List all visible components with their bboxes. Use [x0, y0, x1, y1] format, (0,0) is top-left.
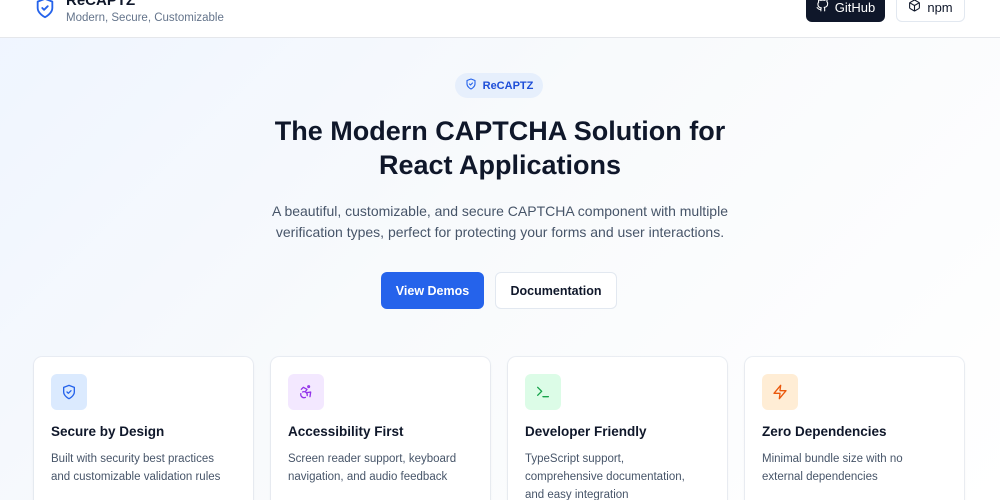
- feature-description-line: Built with security best practices: [51, 453, 214, 465]
- hero-title-line-1: The Modern CAPTCHA Solution for: [274, 116, 726, 146]
- shield-check-icon: [465, 78, 477, 93]
- hero-title-line-2: React Applications: [378, 150, 622, 180]
- feature-description-line: external dependencies: [762, 471, 878, 483]
- view-demos-button[interactable]: View Demos: [381, 272, 484, 309]
- zap-icon: [762, 374, 798, 410]
- hero-subtitle-line-1: A beautiful, customizable, and secure CA…: [271, 203, 728, 219]
- feature-card-dependencies: Zero Dependencies Minimal bundle size wi…: [745, 357, 964, 500]
- hero-subtitle: A beautiful, customizable, and secure CA…: [260, 201, 740, 243]
- feature-title: Zero Dependencies: [762, 424, 887, 439]
- github-icon: [816, 0, 829, 15]
- product-badge: ReCAPTZ: [455, 73, 543, 98]
- hero-title: The Modern CAPTCHA Solution for React Ap…: [200, 114, 800, 182]
- github-button[interactable]: GitHub: [806, 0, 885, 22]
- feature-title: Developer Friendly: [525, 424, 647, 439]
- npm-button-label: npm: [927, 0, 953, 15]
- feature-card-accessibility: Accessibility First Screen reader suppor…: [271, 357, 490, 500]
- feature-description: Built with security best practices and c…: [51, 450, 241, 486]
- shield-icon: [51, 374, 87, 410]
- feature-description-line: TypeScript support,: [525, 453, 625, 465]
- feature-card-secure: Secure by Design Built with security bes…: [34, 357, 253, 500]
- documentation-button[interactable]: Documentation: [495, 272, 617, 309]
- feature-description-line: comprehensive documentation,: [525, 471, 685, 483]
- feature-description-line: Screen reader support, keyboard: [288, 453, 457, 465]
- accessibility-icon: [288, 374, 324, 410]
- shield-check-icon: [34, 0, 56, 20]
- top-header: ReCAPTZ Modern, Secure, Customizable Git…: [0, 0, 1000, 38]
- feature-description-line: and easy integration: [525, 489, 629, 500]
- npm-button[interactable]: npm: [896, 0, 965, 22]
- github-button-label: GitHub: [834, 0, 876, 15]
- feature-description-line: navigation, and audio feedback: [288, 471, 448, 483]
- feature-description: TypeScript support, comprehensive docume…: [525, 450, 715, 500]
- badge-label: ReCAPTZ: [482, 79, 534, 92]
- feature-title: Secure by Design: [51, 424, 165, 439]
- terminal-icon: [525, 374, 561, 410]
- feature-card-developer: Developer Friendly TypeScript support, c…: [508, 357, 727, 500]
- feature-description: Screen reader support, keyboard navigati…: [288, 450, 478, 486]
- package-icon: [908, 0, 921, 15]
- feature-title: Accessibility First: [288, 424, 404, 439]
- feature-description-line: Minimal bundle size with no: [762, 453, 903, 465]
- brand-name[interactable]: ReCAPTZ: [66, 0, 135, 9]
- feature-description-line: and customizable validation rules: [51, 471, 221, 483]
- feature-description: Minimal bundle size with no external dep…: [762, 450, 952, 486]
- brand-tagline: Modern, Secure, Customizable: [66, 12, 224, 24]
- hero-subtitle-line-2: verification types, perfect for protecti…: [275, 224, 725, 240]
